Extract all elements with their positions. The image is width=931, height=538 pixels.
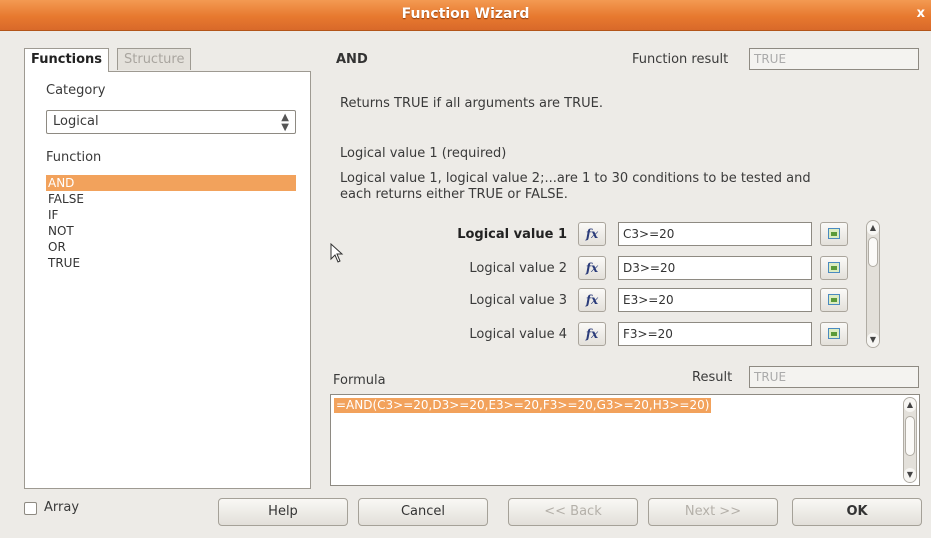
function-list-item[interactable]: TRUE — [46, 255, 296, 271]
arg-input-3[interactable]: E3>=20 — [618, 288, 812, 312]
scroll-down-icon[interactable]: ▼ — [904, 468, 916, 482]
function-list-item[interactable]: OR — [46, 239, 296, 255]
array-checkbox[interactable] — [24, 502, 37, 515]
mouse-cursor-icon — [330, 243, 344, 263]
arg-input-4[interactable]: F3>=20 — [618, 322, 812, 346]
shrink-icon — [828, 328, 840, 339]
arg-input-1[interactable]: C3>=20 — [618, 222, 812, 246]
formula-label: Formula — [333, 373, 386, 388]
shrink-button-2[interactable] — [820, 256, 848, 280]
category-value: Logical — [53, 114, 99, 129]
arg-label-4: Logical value 4 — [469, 327, 567, 342]
back-button[interactable]: << Back — [508, 498, 638, 526]
scroll-down-icon[interactable]: ▼ — [867, 333, 879, 347]
shrink-button-4[interactable] — [820, 322, 848, 346]
scroll-up-icon[interactable]: ▲ — [867, 221, 879, 235]
help-button[interactable]: Help — [218, 498, 348, 526]
formula-scrollbar[interactable]: ▲ ▼ — [903, 397, 917, 483]
function-description: Returns TRUE if all arguments are TRUE. — [340, 96, 603, 111]
formula-text: =AND(C3>=20,D3>=20,E3>=20,F3>=20,G3>=20,… — [334, 398, 712, 413]
tab-structure[interactable]: Structure — [117, 48, 192, 70]
function-result-label: Function result — [632, 52, 729, 67]
arguments-scrollbar[interactable]: ▲ ▼ — [866, 220, 880, 348]
tab-functions[interactable]: Functions — [24, 48, 110, 72]
function-label: Function — [46, 150, 102, 165]
array-label[interactable]: Array — [44, 500, 79, 515]
combo-arrows-icon: ▲ ▼ — [281, 112, 289, 133]
next-button[interactable]: Next >> — [648, 498, 778, 526]
fx-button-4[interactable]: fx — [578, 322, 606, 346]
function-result-field: TRUE — [749, 48, 919, 70]
arg-label-2: Logical value 2 — [469, 261, 567, 276]
function-name: AND — [336, 52, 368, 67]
window-title: Function Wizard — [401, 6, 530, 22]
arg-label-3: Logical value 3 — [469, 293, 567, 308]
shrink-icon — [828, 262, 840, 273]
scrollbar-thumb[interactable] — [868, 237, 878, 267]
scrollbar-thumb[interactable] — [905, 416, 915, 456]
formula-editor[interactable]: =AND(C3>=20,D3>=20,E3>=20,F3>=20,G3>=20,… — [330, 394, 920, 486]
fx-button-3[interactable]: fx — [578, 288, 606, 312]
function-list-item[interactable]: NOT — [46, 223, 296, 239]
result-field: TRUE — [749, 366, 919, 388]
arg-input-2[interactable]: D3>=20 — [618, 256, 812, 280]
shrink-button-1[interactable] — [820, 222, 848, 246]
cancel-button[interactable]: Cancel — [358, 498, 488, 526]
fx-button-1[interactable]: fx — [578, 222, 606, 246]
scroll-up-icon[interactable]: ▲ — [904, 398, 916, 412]
category-select[interactable]: Logical ▲ ▼ — [46, 110, 296, 134]
result-label: Result — [692, 370, 733, 385]
fx-button-2[interactable]: fx — [578, 256, 606, 280]
title-bar: Function Wizard x — [0, 0, 931, 31]
shrink-icon — [828, 228, 840, 239]
function-list-item[interactable]: IF — [46, 207, 296, 223]
close-icon[interactable]: x — [917, 6, 925, 21]
argument-description-line2: each returns either TRUE or FALSE. — [340, 187, 568, 202]
argument-description-line1: Logical value 1, logical value 2;...are … — [340, 171, 811, 186]
arg-label-1: Logical value 1 — [457, 227, 567, 242]
shrink-button-3[interactable] — [820, 288, 848, 312]
function-list-item[interactable]: AND — [46, 175, 296, 191]
shrink-icon — [828, 294, 840, 305]
category-label: Category — [46, 83, 106, 98]
function-list-item[interactable]: FALSE — [46, 191, 296, 207]
function-list[interactable]: AND FALSE IF NOT OR TRUE — [46, 172, 296, 472]
argument-heading: Logical value 1 (required) — [340, 146, 507, 161]
ok-button[interactable]: OK — [792, 498, 922, 526]
